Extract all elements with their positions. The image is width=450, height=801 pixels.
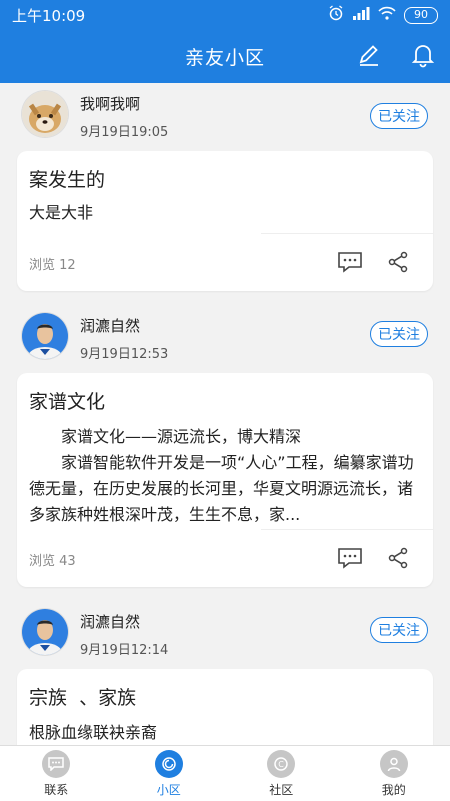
post-body: 大是大非 bbox=[17, 192, 433, 226]
post-body-line: 根脉血缘联袂亲裔 bbox=[29, 720, 421, 745]
status-icons: 90 bbox=[328, 5, 438, 25]
tab-label: 我的 bbox=[382, 781, 406, 798]
status-bar: 上午10:09 90 bbox=[0, 0, 450, 30]
avatar[interactable] bbox=[22, 313, 68, 359]
post-title: 案发生的 bbox=[17, 151, 433, 192]
post-header: 我啊我啊 9月19日19:05 已关注 bbox=[0, 83, 450, 151]
post-card[interactable]: 宗族 、家族 根脉血缘联袂亲裔 bbox=[17, 669, 433, 745]
tab-mine[interactable]: 我的 bbox=[338, 746, 450, 801]
svg-text:C: C bbox=[278, 760, 284, 769]
post-body: 根脉血缘联袂亲裔 bbox=[17, 710, 433, 745]
view-count: 浏览 43 bbox=[29, 550, 76, 569]
post-title: 宗族 、家族 bbox=[17, 669, 433, 710]
post-body-line: 家谱文化——源远流长，博大精深 bbox=[29, 424, 421, 450]
page-title: 亲友小区 bbox=[185, 43, 265, 70]
battery-icon: 90 bbox=[404, 7, 438, 24]
post-author[interactable]: 我啊我啊 bbox=[80, 93, 140, 114]
share-icon[interactable] bbox=[387, 251, 409, 277]
chat-icon bbox=[42, 750, 70, 778]
status-time: 上午10:09 bbox=[12, 5, 85, 26]
bell-icon[interactable] bbox=[410, 42, 436, 68]
community-icon bbox=[155, 750, 183, 778]
bottom-tab-bar: 联系 小区 C 社区 我的 bbox=[0, 745, 450, 801]
avatar[interactable] bbox=[22, 91, 68, 137]
follow-button[interactable]: 已关注 bbox=[370, 617, 428, 643]
edit-icon[interactable] bbox=[356, 42, 382, 68]
wifi-icon bbox=[378, 6, 396, 24]
tab-label: 联系 bbox=[44, 781, 68, 798]
profile-icon bbox=[380, 750, 408, 778]
post-title: 家谱文化 bbox=[17, 373, 433, 414]
post-card[interactable]: 家谱文化 家谱文化——源远流长，博大精深 家谱智能软件开发是一项“人心”工程，编… bbox=[17, 373, 433, 587]
post-time: 9月19日12:14 bbox=[80, 639, 168, 658]
tab-label: 小区 bbox=[157, 781, 181, 798]
post-card[interactable]: 案发生的 大是大非 浏览 12 bbox=[17, 151, 433, 291]
post-author[interactable]: 润瀌自然 bbox=[80, 315, 140, 336]
tab-label: 社区 bbox=[269, 781, 293, 798]
comment-icon[interactable] bbox=[337, 251, 363, 277]
tab-community[interactable]: C 社区 bbox=[225, 746, 338, 801]
society-icon: C bbox=[267, 750, 295, 778]
share-icon[interactable] bbox=[387, 547, 409, 573]
view-count: 浏览 12 bbox=[29, 254, 76, 273]
post-feed[interactable]: 我啊我啊 9月19日19:05 已关注 案发生的 大是大非 浏览 12 润瀌自然… bbox=[0, 83, 450, 745]
post-body: 家谱文化——源远流长，博大精深 家谱智能软件开发是一项“人心”工程，编纂家谱功德… bbox=[17, 414, 433, 528]
comment-icon[interactable] bbox=[337, 547, 363, 573]
post-header: 润瀌自然 9月19日12:14 已关注 bbox=[0, 595, 450, 669]
avatar[interactable] bbox=[22, 609, 68, 655]
post-author[interactable]: 润瀌自然 bbox=[80, 611, 140, 632]
app-bar: 亲友小区 bbox=[0, 30, 450, 83]
post-body-line: 大是大非 bbox=[29, 200, 421, 226]
alarm-icon bbox=[328, 5, 344, 25]
post-header: 润瀌自然 9月19日12:53 已关注 bbox=[0, 299, 450, 373]
post-time: 9月19日19:05 bbox=[80, 121, 168, 140]
post-time: 9月19日12:53 bbox=[80, 343, 168, 362]
follow-button[interactable]: 已关注 bbox=[370, 321, 428, 347]
tab-neighborhood[interactable]: 小区 bbox=[113, 746, 226, 801]
post-body-line: 家谱智能软件开发是一项“人心”工程，编纂家谱功德无量，在历史发展的长河里，华夏文… bbox=[29, 450, 421, 528]
follow-button[interactable]: 已关注 bbox=[370, 103, 428, 129]
tab-contacts[interactable]: 联系 bbox=[0, 746, 113, 801]
signal-icon bbox=[352, 6, 370, 24]
